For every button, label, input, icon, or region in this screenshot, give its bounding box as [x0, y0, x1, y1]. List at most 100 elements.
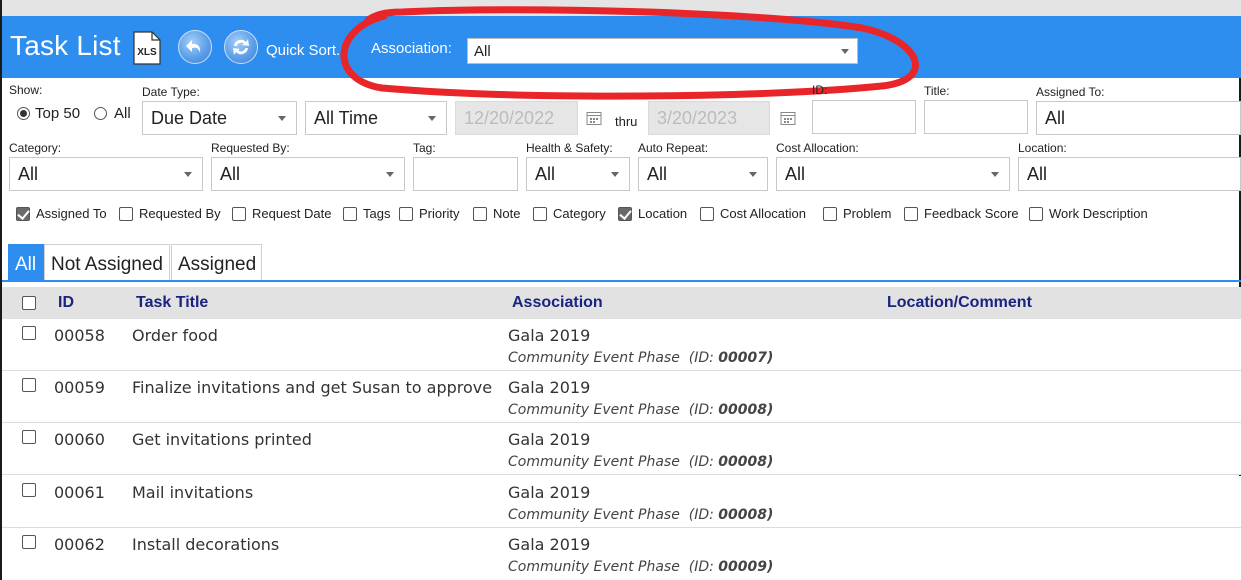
date-from-input[interactable]: 12/20/2022 — [455, 101, 578, 135]
chevron-down-icon — [278, 116, 286, 121]
row-select-checkbox[interactable] — [22, 483, 36, 497]
association-label: Association: — [371, 40, 452, 57]
table-row[interactable]: 00062 Install decorations Gala 2019 Comm… — [2, 528, 1241, 580]
row-task-title[interactable]: Order food — [132, 326, 218, 345]
toggle-request-date-checkbox[interactable] — [232, 207, 246, 221]
health-safety-select[interactable]: All — [526, 157, 630, 191]
chevron-down-icon — [749, 172, 757, 177]
toggle-requested-by-label: Requested By — [139, 206, 221, 221]
chevron-down-icon — [184, 172, 192, 177]
auto-repeat-select[interactable]: All — [638, 157, 768, 191]
association-select[interactable]: All — [467, 38, 858, 64]
row-task-title[interactable]: Finalize invitations and get Susan to ap… — [132, 378, 492, 397]
date-range-select[interactable]: All Time — [305, 101, 447, 135]
row-phase: Community Event Phase (ID: 00007) — [508, 350, 774, 366]
requested-by-value: All — [220, 164, 241, 184]
date-type-label: Date Type: — [142, 85, 200, 99]
tab-not-assigned[interactable]: Not Assigned — [44, 244, 170, 281]
id-input[interactable] — [812, 100, 916, 134]
location-value: All — [1027, 164, 1048, 184]
assigned-to-label: Assigned To: — [1036, 85, 1105, 99]
location-select[interactable]: All — [1018, 157, 1241, 191]
calendar-icon[interactable] — [780, 110, 796, 126]
requested-by-label: Requested By: — [211, 141, 290, 155]
row-task-title[interactable]: Install decorations — [132, 535, 279, 554]
title-input[interactable] — [924, 100, 1028, 134]
row-id: 00058 — [54, 326, 105, 345]
toggle-work-description-checkbox[interactable] — [1029, 207, 1043, 221]
row-select-checkbox[interactable] — [22, 535, 36, 549]
row-phase: Community Event Phase (ID: 00009) — [508, 559, 774, 575]
cost-allocation-select[interactable]: All — [776, 157, 1010, 191]
category-label: Category: — [9, 141, 62, 155]
select-all-checkbox[interactable] — [22, 296, 36, 310]
toggle-priority-checkbox[interactable] — [399, 207, 413, 221]
tab-assigned[interactable]: Assigned — [171, 244, 262, 281]
tab-all[interactable]: All — [8, 244, 44, 281]
row-task-title[interactable]: Mail invitations — [132, 483, 253, 502]
quick-sort-link[interactable]: Quick Sort... — [266, 42, 349, 59]
column-header-task-title[interactable]: Task Title — [136, 294, 208, 312]
date-to-input[interactable]: 3/20/2023 — [648, 101, 770, 135]
column-header-association[interactable]: Association — [512, 294, 603, 312]
chevron-down-icon — [611, 172, 619, 177]
column-header-id[interactable]: ID — [58, 294, 74, 312]
column-header-location-comment[interactable]: Location/Comment — [887, 294, 1032, 312]
toggle-category-checkbox[interactable] — [533, 207, 547, 221]
title-label: Title: — [924, 84, 950, 98]
table-row[interactable]: 00059 Finalize invitations and get Susan… — [2, 371, 1241, 423]
show-all-radio[interactable] — [94, 107, 107, 120]
row-task-title[interactable]: Get invitations printed — [132, 430, 312, 449]
tab-underline — [2, 280, 1241, 282]
chevron-down-icon — [428, 116, 436, 121]
row-select-checkbox[interactable] — [22, 326, 36, 340]
tab-all-label: All — [15, 254, 37, 275]
cost-allocation-label: Cost Allocation: — [776, 141, 859, 155]
toggle-work-description-label: Work Description — [1049, 206, 1148, 221]
toggle-problem-checkbox[interactable] — [823, 207, 837, 221]
toggle-assigned-to-checkbox[interactable] — [16, 207, 30, 221]
xls-export-icon[interactable]: XLS — [132, 31, 162, 65]
row-select-checkbox[interactable] — [22, 430, 36, 444]
category-select[interactable]: All — [9, 157, 203, 191]
date-from-value: 12/20/2022 — [464, 108, 555, 128]
date-type-value: Due Date — [151, 108, 228, 128]
toggle-feedback-score-label: Feedback Score — [924, 206, 1019, 221]
table-row[interactable]: 00060 Get invitations printed Gala 2019 … — [2, 423, 1241, 475]
row-select-checkbox[interactable] — [22, 378, 36, 392]
assigned-to-select[interactable]: All — [1036, 101, 1241, 135]
toggle-feedback-score-checkbox[interactable] — [904, 207, 918, 221]
row-phase: Community Event Phase (ID: 00008) — [508, 402, 774, 418]
tab-assigned-label: Assigned — [178, 254, 257, 275]
header-bar: Task List XLS Quick Sort... Association:… — [2, 16, 1241, 78]
table-row[interactable]: 00061 Mail invitations Gala 2019 Communi… — [2, 476, 1241, 528]
toggle-note-checkbox[interactable] — [473, 207, 487, 221]
tag-input[interactable] — [413, 157, 518, 191]
toggle-tags-checkbox[interactable] — [343, 207, 357, 221]
table-row[interactable]: 00058 Order food Gala 2019 Community Eve… — [2, 319, 1241, 371]
refresh-button[interactable] — [224, 30, 258, 64]
undo-arrow-icon — [186, 40, 201, 53]
table-header: ID Task Title Association Location/Comme… — [2, 287, 1241, 319]
show-top50-radio[interactable] — [17, 107, 30, 120]
row-id: 00061 — [54, 483, 105, 502]
chevron-down-icon — [991, 172, 999, 177]
association-select-value: All — [474, 43, 491, 60]
toggle-cost-allocation-checkbox[interactable] — [700, 207, 714, 221]
toggle-requested-by-checkbox[interactable] — [119, 207, 133, 221]
cost-allocation-value: All — [785, 164, 806, 184]
calendar-icon[interactable] — [586, 110, 602, 126]
row-association: Gala 2019 — [508, 430, 591, 449]
back-button[interactable] — [178, 30, 212, 64]
show-all-label: All — [114, 105, 131, 122]
id-label: ID: — [812, 83, 828, 97]
requested-by-select[interactable]: All — [211, 157, 405, 191]
row-id: 00059 — [54, 378, 105, 397]
row-association: Gala 2019 — [508, 326, 591, 345]
health-safety-value: All — [535, 164, 556, 184]
toggle-location-checkbox[interactable] — [618, 207, 632, 221]
date-type-select[interactable]: Due Date — [142, 101, 297, 135]
date-to-value: 3/20/2023 — [657, 108, 738, 128]
toggle-priority-label: Priority — [419, 206, 460, 221]
toggle-location-label: Location — [638, 206, 688, 221]
